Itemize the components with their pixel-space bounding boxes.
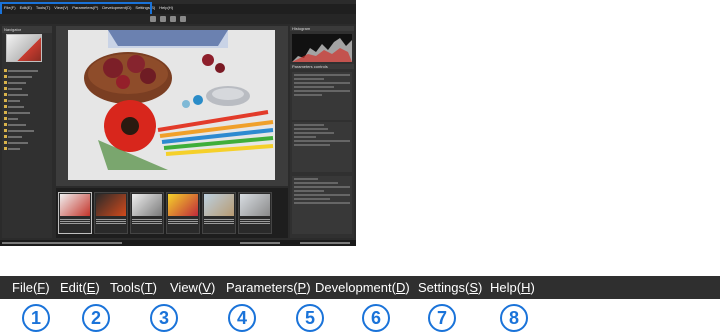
callout-number: 1 xyxy=(22,304,50,332)
folder-icon xyxy=(4,117,7,120)
callout-number: 2 xyxy=(82,304,110,332)
folder-icon xyxy=(4,81,7,84)
toolbar-tool-icon[interactable] xyxy=(150,16,156,22)
menu-parameters[interactable]: Parameters(P) xyxy=(226,280,311,295)
folder-icon xyxy=(4,99,7,102)
callout-number: 8 xyxy=(500,304,528,332)
folder-icon xyxy=(4,93,7,96)
folder-icon xyxy=(4,123,7,126)
folder-tree-row[interactable] xyxy=(4,140,50,145)
folder-icon xyxy=(4,129,7,132)
navigator-title: Navigator xyxy=(2,26,52,33)
app-statusbar xyxy=(0,240,356,246)
right-control-panel: Histogram Parameters controls xyxy=(290,26,354,238)
folder-tree-row[interactable] xyxy=(4,74,50,79)
folder-tree-row[interactable] xyxy=(4,146,50,151)
thumbnail-item[interactable] xyxy=(238,192,272,234)
toolbar-tool-icon[interactable] xyxy=(170,16,176,22)
menu-edit[interactable]: Edit(E) xyxy=(60,280,100,295)
menu-development[interactable]: Development(D) xyxy=(315,280,410,295)
folder-tree-row[interactable] xyxy=(4,86,50,91)
folder-icon xyxy=(4,87,7,90)
folder-icon xyxy=(4,135,7,138)
parameters-section[interactable] xyxy=(292,72,352,120)
folder-icon xyxy=(4,69,7,72)
histogram-title: Histogram xyxy=(290,26,354,31)
menu-file[interactable]: File(F) xyxy=(12,280,50,295)
folder-icon xyxy=(4,75,7,78)
folder-icon xyxy=(4,141,7,144)
thumbnail-item[interactable] xyxy=(166,192,200,234)
thumbnail-filmstrip xyxy=(56,188,288,238)
menu-settings[interactable]: Settings(S) xyxy=(418,280,482,295)
folder-tree-row[interactable] xyxy=(4,110,50,115)
toolbar-tool-icon[interactable] xyxy=(180,16,186,22)
folder-tree-row[interactable] xyxy=(4,80,50,85)
parameters-controls-title: Parameters controls xyxy=(290,64,354,69)
image-viewer[interactable] xyxy=(56,26,288,186)
menu-help[interactable]: Help(H) xyxy=(490,280,535,295)
folder-icon xyxy=(4,111,7,114)
menu-tools[interactable]: Tools(T) xyxy=(110,280,157,295)
folder-tree-row[interactable] xyxy=(4,68,50,73)
folder-tree-row[interactable] xyxy=(4,128,50,133)
thumbnail-item[interactable] xyxy=(202,192,236,234)
navigator-panel: Navigator xyxy=(2,26,52,238)
folder-tree-row[interactable] xyxy=(4,104,50,109)
histogram-graph xyxy=(292,34,352,62)
callout-number: 7 xyxy=(428,304,456,332)
app-menu-help[interactable]: Help(H) xyxy=(159,5,173,10)
navigator-preview[interactable] xyxy=(6,34,42,62)
folder-icon xyxy=(4,147,7,150)
thumbnail-item[interactable] xyxy=(58,192,92,234)
menu-bar: File(F) Edit(E) Tools(T) View(V) Paramet… xyxy=(0,276,720,299)
callout-number: 3 xyxy=(150,304,178,332)
folder-icon xyxy=(4,105,7,108)
folder-tree-row[interactable] xyxy=(4,122,50,127)
callout-number: 5 xyxy=(296,304,324,332)
folder-tree-row[interactable] xyxy=(4,134,50,139)
folder-tree xyxy=(4,68,50,152)
preview-photo xyxy=(68,30,275,180)
folder-tree-row[interactable] xyxy=(4,98,50,103)
menu-view[interactable]: View(V) xyxy=(170,280,215,295)
callout-number: 6 xyxy=(362,304,390,332)
thumbnail-item[interactable] xyxy=(94,192,128,234)
white-balance-section[interactable] xyxy=(292,176,352,234)
app-screenshot: File(F) Edit(E) Tools(T) View(V) Paramet… xyxy=(0,0,356,246)
thumbnail-item[interactable] xyxy=(130,192,164,234)
app-toolbar xyxy=(0,14,356,24)
folder-tree-row[interactable] xyxy=(4,92,50,97)
callout-number: 4 xyxy=(228,304,256,332)
toolbar-tool-icon[interactable] xyxy=(160,16,166,22)
picture-style-section[interactable] xyxy=(292,122,352,172)
folder-tree-row[interactable] xyxy=(4,116,50,121)
